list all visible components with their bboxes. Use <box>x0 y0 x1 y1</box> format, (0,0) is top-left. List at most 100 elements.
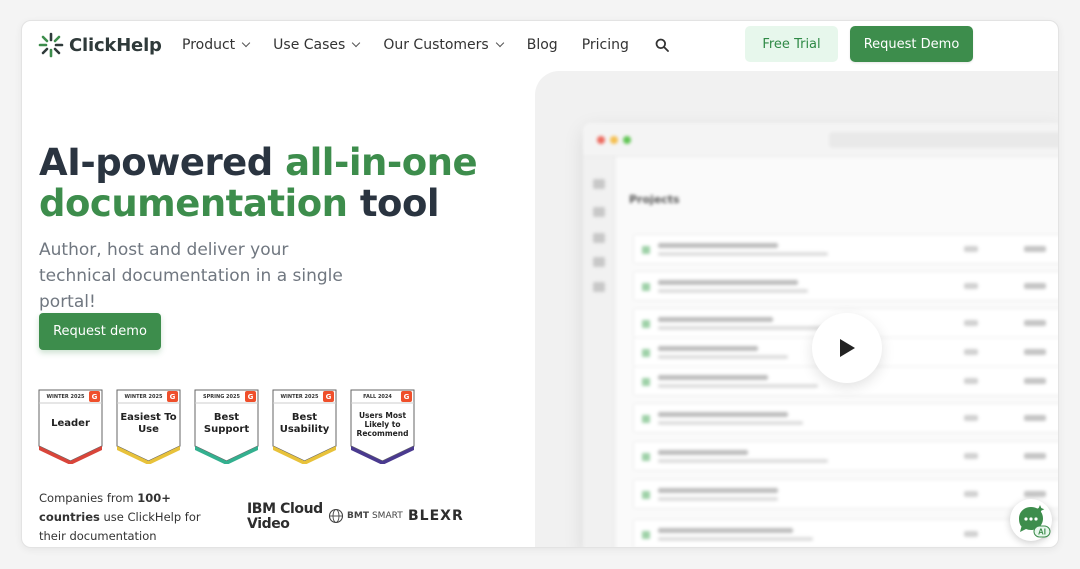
play-button[interactable] <box>812 313 882 383</box>
placeholder-cell <box>1024 246 1046 252</box>
doc-icon <box>642 415 650 423</box>
g2-badges: WINTER 2025 G Leader WINTER 2025 G Easie… <box>38 389 415 464</box>
doc-icon <box>642 349 650 357</box>
placeholder-cell <box>964 415 978 421</box>
chevron-down-icon <box>495 38 504 48</box>
search-icon[interactable] <box>655 38 669 52</box>
sidebar-icon <box>593 233 605 243</box>
badge-title: Users Most Likely to Recommend <box>356 410 409 438</box>
placeholder-cell <box>1024 453 1046 459</box>
placeholder-line <box>658 346 758 351</box>
sidebar-icon <box>593 207 605 217</box>
hero-title: AI-powered all-in-one documentation tool <box>39 141 478 225</box>
hero-request-demo-button[interactable]: Request demo <box>39 313 161 350</box>
minimize-dot-icon <box>610 136 618 144</box>
table-row <box>633 519 1058 547</box>
window-title: Projects <box>629 193 680 206</box>
nav-pricing[interactable]: Pricing <box>582 35 629 55</box>
placeholder-cell <box>964 349 978 355</box>
badge-season: SPRING 2025 <box>203 394 240 400</box>
sidebar-icon <box>593 257 605 267</box>
doc-icon <box>642 531 650 539</box>
sidebar-icon <box>593 179 605 189</box>
g2-badge: SPRING 2025 G Best Support <box>194 389 259 464</box>
product-video-preview[interactable]: Projects <box>535 71 1058 547</box>
clickhelp-logo[interactable]: ClickHelp <box>38 32 162 58</box>
placeholder-cell <box>964 491 978 497</box>
bmt-globe-icon <box>328 508 344 524</box>
placeholder-line <box>658 412 788 417</box>
badge-season: WINTER 2025 <box>280 394 319 400</box>
placeholder-cell <box>964 453 978 459</box>
nav-product[interactable]: Product <box>182 35 251 55</box>
placeholder-line <box>658 459 828 463</box>
free-trial-button[interactable]: Free Trial <box>745 26 838 62</box>
placeholder-line <box>658 450 748 455</box>
g2-badge: WINTER 2025 G Easiest To Use <box>116 389 181 464</box>
placeholder-line <box>658 326 838 330</box>
doc-icon <box>642 378 650 386</box>
placeholder-cell <box>1024 283 1046 289</box>
placeholder-line <box>658 243 778 248</box>
placeholder-line <box>658 528 793 533</box>
placeholder-cell <box>1024 349 1046 355</box>
close-dot-icon <box>597 136 605 144</box>
nav-blog[interactable]: Blog <box>527 35 558 55</box>
blexr-logo: BLEXR <box>408 508 464 524</box>
doc-icon <box>642 283 650 291</box>
g2-logo-icon: G <box>167 391 178 402</box>
placeholder-cell <box>964 378 978 384</box>
nav-use-cases[interactable]: Use Cases <box>273 35 361 55</box>
chevron-down-icon <box>352 38 361 48</box>
play-icon <box>840 339 855 357</box>
badge-season: WINTER 2025 <box>124 394 163 400</box>
g2-logo-icon: G <box>323 391 334 402</box>
g2-badge: FALL 2024 G Users Most Likely to Recomme… <box>350 389 415 464</box>
clickhelp-logo-icon <box>38 32 64 58</box>
doc-icon <box>642 246 650 254</box>
placeholder-line <box>658 488 778 493</box>
placeholder-line <box>658 289 808 293</box>
placeholder-line <box>658 537 813 541</box>
g2-logo-icon: G <box>245 391 256 402</box>
placeholder-cell <box>964 283 978 289</box>
table-row <box>633 234 1058 264</box>
page-frame: ClickHelp Product Use Cases Our Customer… <box>21 20 1059 548</box>
g2-logo-icon: G <box>89 391 100 402</box>
table-row <box>633 441 1058 471</box>
chevron-down-icon <box>241 38 251 48</box>
logo-text: ClickHelp <box>69 34 162 56</box>
chat-bubble-icon: AI <box>1019 505 1051 538</box>
placeholder-line <box>658 384 818 388</box>
ai-label: AI <box>1038 528 1046 537</box>
placeholder-cell <box>1024 378 1046 384</box>
table-row <box>633 479 1058 509</box>
table-row <box>633 403 1058 433</box>
hero-subtitle: Author, host and deliver your technical … <box>39 240 343 312</box>
maximize-dot-icon <box>623 136 631 144</box>
bmt-smart-logo: BMT SMART <box>328 508 403 524</box>
doc-icon <box>642 491 650 499</box>
placeholder-cell <box>964 320 978 326</box>
badge-season: FALL 2024 <box>363 394 392 400</box>
placeholder-cell <box>964 246 978 252</box>
ibm-cloud-video-logo: IBM Cloud Video <box>247 501 323 532</box>
placeholder-line <box>658 280 798 285</box>
g2-logo-icon: G <box>401 391 412 402</box>
ai-chat-button[interactable]: AI <box>1010 499 1052 541</box>
window-titlebar <box>583 123 1058 157</box>
badge-season: WINTER 2025 <box>46 394 85 400</box>
badge-title: Easiest To Use <box>120 412 177 435</box>
nav-our-customers[interactable]: Our Customers <box>383 35 504 55</box>
g2-badge: WINTER 2025 G Best Usability <box>272 389 337 464</box>
request-demo-button[interactable]: Request Demo <box>850 26 973 62</box>
placeholder-cell <box>1024 415 1046 421</box>
placeholder-cell <box>964 531 978 537</box>
placeholder-line <box>658 355 788 359</box>
url-bar <box>829 132 1058 148</box>
badge-title: Best Usability <box>279 412 330 435</box>
doc-icon <box>642 320 650 328</box>
companies-text: Companies from 100+ countries use ClickH… <box>39 491 201 543</box>
badge-title: Leader <box>51 418 90 429</box>
badge-title: Best Support <box>203 412 250 435</box>
